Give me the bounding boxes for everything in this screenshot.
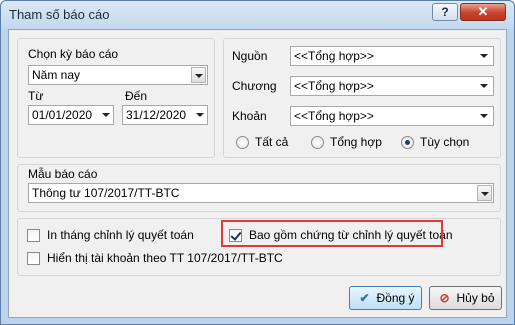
period-select-value: Năm nay bbox=[32, 68, 81, 82]
ok-button-label: Đồng ý bbox=[376, 291, 415, 305]
cancel-icon: ⊘ bbox=[439, 291, 450, 305]
radio-circle-selected[interactable] bbox=[401, 136, 414, 149]
chevron-down-icon[interactable] bbox=[477, 108, 492, 124]
show-account-checkbox[interactable]: Hiển thị tài khoản theo TT 107/2017/TT-B… bbox=[27, 251, 283, 267]
radio-summary-label: Tổng hợp bbox=[330, 135, 382, 149]
window-title: Tham số báo cáo bbox=[9, 7, 110, 22]
to-date-value: 31/12/2020 bbox=[126, 108, 187, 122]
title-bar: Tham số báo cáo ? ✕ bbox=[1, 1, 514, 29]
radio-circle[interactable] bbox=[311, 136, 324, 149]
chapter-select-value: <<Tổng hợp>> bbox=[294, 79, 374, 93]
source-select[interactable]: <<Tổng hợp>> bbox=[290, 46, 494, 66]
to-label: Đến bbox=[125, 89, 148, 103]
period-label: Chọn kỳ báo cáo bbox=[28, 47, 119, 61]
radio-circle[interactable] bbox=[236, 136, 249, 149]
template-label: Mẫu báo cáo bbox=[28, 167, 98, 181]
source-label: Nguồn bbox=[232, 49, 268, 63]
close-button[interactable]: ✕ bbox=[460, 3, 506, 21]
checkbox-box[interactable] bbox=[27, 252, 40, 265]
radio-custom[interactable]: Tùy chọn bbox=[401, 135, 491, 151]
template-select-value: Thông tư 107/2017/TT-BTC bbox=[32, 186, 180, 200]
check-icon: ✔ bbox=[359, 291, 370, 305]
print-adjust-month-label: In tháng chỉnh lý quyết toán bbox=[47, 228, 194, 242]
source-select-value: <<Tổng hợp>> bbox=[294, 49, 374, 63]
chevron-down-icon[interactable] bbox=[191, 67, 206, 83]
highlight-frame bbox=[221, 220, 443, 247]
template-group: Mẫu báo cáo Thông tư 107/2017/TT-BTC bbox=[17, 164, 501, 212]
ok-button[interactable]: ✔ Đồng ý bbox=[349, 286, 422, 310]
chapter-label: Chương bbox=[232, 79, 277, 93]
radio-all[interactable]: Tất cả bbox=[236, 135, 306, 151]
dialog-body: Chọn kỳ báo cáo Năm nay Từ Đến 01/01/202… bbox=[8, 29, 507, 318]
from-label: Từ bbox=[28, 89, 44, 103]
chevron-down-icon[interactable] bbox=[102, 113, 110, 117]
cancel-button[interactable]: ⊘ Hủy bỏ bbox=[429, 286, 502, 310]
radio-summary[interactable]: Tổng hợp bbox=[311, 135, 401, 151]
chevron-down-icon[interactable] bbox=[477, 185, 492, 201]
template-select[interactable]: Thông tư 107/2017/TT-BTC bbox=[28, 183, 494, 203]
chapter-select[interactable]: <<Tổng hợp>> bbox=[290, 76, 494, 96]
period-select[interactable]: Năm nay bbox=[28, 65, 208, 85]
chevron-down-icon[interactable] bbox=[477, 48, 492, 64]
help-button[interactable]: ? bbox=[432, 3, 458, 21]
radio-all-label: Tất cả bbox=[255, 135, 289, 149]
chevron-down-icon[interactable] bbox=[196, 113, 204, 117]
chevron-down-icon[interactable] bbox=[477, 78, 492, 94]
from-date-input[interactable]: 01/01/2020 bbox=[28, 105, 114, 125]
filter-group: Nguồn <<Tổng hợp>> Chương <<Tổng hợp>> K… bbox=[223, 38, 501, 158]
item-select[interactable]: <<Tổng hợp>> bbox=[290, 106, 494, 126]
item-label: Khoản bbox=[232, 109, 267, 123]
show-account-label: Hiển thị tài khoản theo TT 107/2017/TT-B… bbox=[47, 251, 283, 265]
item-select-value: <<Tổng hợp>> bbox=[294, 109, 374, 123]
radio-custom-label: Tùy chọn bbox=[420, 135, 470, 149]
cancel-button-label: Hủy bỏ bbox=[456, 291, 495, 305]
print-adjust-month-checkbox[interactable]: In tháng chỉnh lý quyết toán bbox=[27, 228, 197, 244]
to-date-input[interactable]: 31/12/2020 bbox=[122, 105, 208, 125]
from-date-value: 01/01/2020 bbox=[32, 108, 93, 122]
report-params-dialog: Tham số báo cáo ? ✕ Chọn kỳ báo cáo Năm … bbox=[0, 0, 515, 325]
period-group: Chọn kỳ báo cáo Năm nay Từ Đến 01/01/202… bbox=[17, 38, 215, 158]
checkbox-box[interactable] bbox=[27, 229, 40, 242]
